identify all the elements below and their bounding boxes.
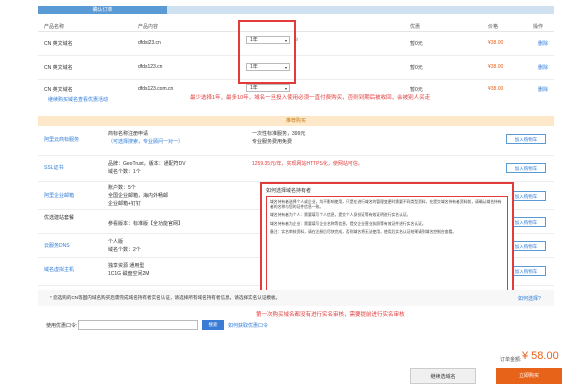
- product-content: dfdsi23.cn: [138, 40, 161, 46]
- price: ¥38.00: [488, 64, 504, 70]
- rec-title[interactable]: 云服务DNS: [44, 242, 70, 249]
- get-coupon-link[interactable]: 如何获取优惠口令: [228, 322, 268, 329]
- table-row: CN 英文域名 dfds123.cn 1年 ▾ 暂0元 ¥38.00 删除: [38, 56, 554, 80]
- rec-desc2: （可选择搜索，专业顾问一对一）: [108, 139, 184, 145]
- discount: 暂0元: [410, 41, 423, 47]
- year-select-highlight: [238, 20, 296, 84]
- notice-text: * 您选购的CN等国内域名购买后需完成域名持有者实名认证，请选择所有域名持有者信…: [50, 295, 281, 300]
- rec-title[interactable]: SSL证书: [44, 164, 63, 171]
- realname-notice: * 您选购的CN等国内域名购买后需完成域名持有者实名认证，请选择所有域名持有者信…: [38, 290, 554, 306]
- col-product-content: 产品内容: [138, 24, 159, 30]
- holder-info-popup: 如何选择域名持有者 域名持有者选择个人或企业，均不影响使用，只是在进行域名的管理…: [260, 182, 514, 296]
- rec-desc1: 参看版本：标准版【全功能官网】: [108, 221, 184, 227]
- delete-link[interactable]: 删除: [538, 64, 548, 71]
- coupon-label: 使用优惠口令:: [46, 323, 78, 329]
- rec-title[interactable]: 域名虚拟主机: [44, 266, 74, 273]
- product-name: CN 英文域名: [44, 41, 73, 47]
- rec-mid1: 1259.35元/年，实现网站HTTPS化，使网站可信。: [252, 161, 363, 167]
- product-content: dfds123.cn: [138, 64, 163, 70]
- year-select[interactable]: 1年 ▾: [246, 84, 290, 92]
- step-confirm-order: 确认订单: [38, 6, 167, 14]
- popup-paragraph: 域名持有者为企业：需要填写企业名称等信息，提交企业营业执照等有效证件进行实名认证…: [270, 221, 426, 226]
- rec-desc1: 商标名称注册申请: [108, 131, 149, 137]
- rec-desc2: 全国企业邮箱，海内外畅邮: [108, 193, 169, 199]
- col-price: 价格: [488, 24, 499, 30]
- step-2: [167, 6, 296, 14]
- product-name: CN 英文域名: [44, 87, 73, 93]
- rec-mid2: 专业服务费用免费: [252, 139, 293, 145]
- col-operation: 操作: [533, 24, 544, 30]
- product-content: dfds123.com.cn: [138, 86, 174, 92]
- discount: 暂0元: [410, 87, 423, 93]
- table-row: CN 英文域名 dfdsi23.cn 1年 ▾ ⊙ 暂0元 ¥38.00 删除: [38, 32, 554, 56]
- rec-title[interactable]: 阿里企业邮箱: [44, 192, 74, 199]
- total-amount: ¥ 58.00: [522, 350, 559, 362]
- annotation-bottom: 第一次购买域名都没有进行实名审核，需要提前进行实名审核: [256, 312, 405, 318]
- view-promotions-link[interactable]: 查看优惠活动: [78, 96, 108, 103]
- delete-link[interactable]: 删除: [538, 86, 548, 93]
- annotation-top: 最少选择1年，最多10年，域名一旦投入使用必须一直付费购买，否则到期后被收回，会…: [190, 95, 431, 101]
- rec-mid1: 企业邮箱+钉钉: [108, 201, 141, 207]
- delete-link[interactable]: 删除: [538, 40, 548, 47]
- col-product-name: 产品名称: [44, 24, 65, 30]
- rec-title: 优选建站套餐: [44, 215, 75, 221]
- popup-paragraph: 域名持有者选择个人或企业，均不影响使用，只是在进行域名的管理变更时需要不同类型资…: [270, 200, 502, 210]
- coupon-area: 使用优惠口令: 搜索 如何获取优惠口令: [38, 318, 298, 332]
- continue-buy-domain-link[interactable]: 继续购买域名: [48, 96, 78, 103]
- rec-mid1: 一次性标准服务，399元: [252, 131, 306, 137]
- popup-content: 域名持有者选择个人或企业，均不影响使用，只是在进行域名的管理变更时需要不同类型资…: [266, 196, 508, 292]
- rec-item: 阿里云商标服务 商标名称注册申请 （可选择搜索，专业顾问一对一） 一次性标准服务…: [38, 126, 554, 156]
- discount: 暂0元: [410, 65, 423, 71]
- rec-desc2: 1C1G 磁盘空间2M: [108, 271, 150, 277]
- step-3: [296, 6, 425, 14]
- continue-select-domain-button[interactable]: 继续选域名: [410, 368, 476, 384]
- coupon-input[interactable]: [78, 320, 198, 330]
- rec-desc1: 个人版: [108, 239, 124, 245]
- price: ¥38.00: [488, 40, 504, 46]
- step-4: [425, 6, 554, 14]
- product-name: CN 英文域名: [44, 65, 73, 71]
- chevron-down-icon: ▾: [284, 86, 287, 91]
- rec-desc1: 账户数：5个: [108, 185, 136, 191]
- add-to-cart-button[interactable]: 加入购物车: [506, 163, 546, 173]
- rec-title[interactable]: 阿里云商标服务: [44, 136, 79, 143]
- rec-item: SSL证书 品牌：GeoTrust，版本：通配符DV 域名个数：1个 1259.…: [38, 156, 554, 182]
- coupon-search-button[interactable]: 搜索: [202, 320, 224, 330]
- total-label: 订单金额:: [500, 357, 522, 363]
- buy-now-button[interactable]: 立即购买: [496, 368, 562, 384]
- table-header: 产品名称 产品内容 优惠 价格 操作: [38, 20, 554, 32]
- rec-desc1: 独享资源 通用型: [108, 263, 145, 269]
- add-to-cart-button[interactable]: 加入购物车: [506, 134, 546, 144]
- recommend-header: 推荐购买: [38, 116, 554, 126]
- col-discount: 优惠: [410, 24, 421, 30]
- rec-desc2: 域名个数：2个: [108, 247, 141, 253]
- notice-link[interactable]: 如何选择?: [518, 295, 541, 302]
- price: ¥38.00: [488, 86, 504, 92]
- checkout-steps: 确认订单: [38, 6, 554, 14]
- rec-desc1: 品牌：GeoTrust，版本：通配符DV: [108, 161, 186, 167]
- popup-paragraph: 备注：实名审核资料，请在注册后尽快完成，否则域名将无法使用，使用后实名认证结果请…: [270, 229, 457, 234]
- popup-paragraph: 域名持有者为个人：需要填写个人信息，提交个人身份证等有效证明进行实名认证。: [270, 213, 411, 218]
- rec-desc2: 域名个数：1个: [108, 169, 141, 175]
- popup-title: 如何选择域名持有者: [266, 188, 312, 194]
